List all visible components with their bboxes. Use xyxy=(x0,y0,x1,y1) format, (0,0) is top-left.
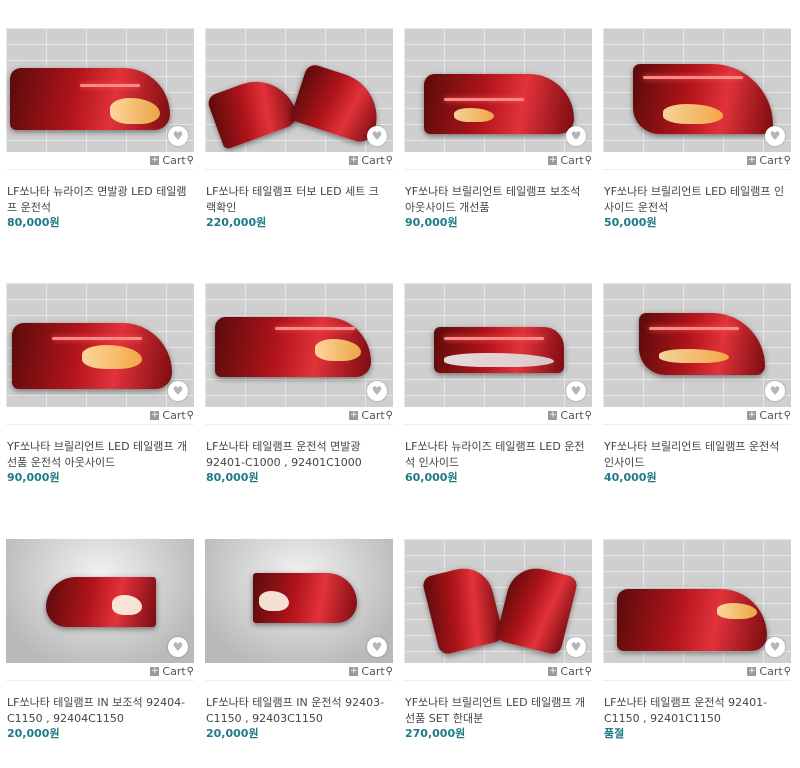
wishlist-heart-icon[interactable]: ♥ xyxy=(765,126,785,146)
product-price: 20,000원 xyxy=(7,727,60,740)
search-icon: ⚲ xyxy=(186,410,194,421)
product-image[interactable]: ♥ xyxy=(205,283,393,407)
add-to-cart-button[interactable]: + Cart ⚲ xyxy=(548,154,592,167)
plus-icon: + xyxy=(349,155,359,165)
product-title[interactable]: YF쏘나타 브릴리언트 테일램프 운전석 인사이드 xyxy=(603,439,791,471)
product-title[interactable]: LF쏘나타 테일램프 터보 LED 세트 크랙확인 xyxy=(205,184,393,216)
product-card[interactable]: ♥ + Cart ⚲ YF쏘나타 브릴리언트 테일램프 운전석 인사이드 40,00… xyxy=(603,283,791,485)
product-card[interactable]: ♥ + Cart ⚲ LF쏘나타 테일램프 터보 LED 세트 크랙확인 220,0… xyxy=(205,28,393,230)
add-to-cart-button[interactable]: + Cart ⚲ xyxy=(349,665,393,678)
plus-icon: + xyxy=(747,410,757,420)
product-price: 90,000원 xyxy=(7,471,60,484)
add-to-cart-button[interactable]: + Cart ⚲ xyxy=(747,154,791,167)
search-icon: ⚲ xyxy=(186,666,194,677)
add-to-cart-button[interactable]: + Cart ⚲ xyxy=(747,409,791,422)
plus-icon: + xyxy=(349,666,359,676)
wishlist-heart-icon[interactable]: ♥ xyxy=(765,381,785,401)
wishlist-heart-icon[interactable]: ♥ xyxy=(566,126,586,146)
search-icon: ⚲ xyxy=(783,410,791,421)
plus-icon: + xyxy=(747,666,757,676)
wishlist-heart-icon[interactable]: ♥ xyxy=(168,637,188,657)
add-to-cart-button[interactable]: + Cart ⚲ xyxy=(349,154,393,167)
search-icon: ⚲ xyxy=(783,155,791,166)
product-image[interactable]: ♥ xyxy=(6,539,194,663)
search-icon: ⚲ xyxy=(584,666,592,677)
product-image[interactable]: ♥ xyxy=(6,28,194,152)
product-title[interactable]: LF쏘나타 테일램프 운전석 92401-C1150 , 92401C1150 xyxy=(603,695,791,727)
product-title[interactable]: LF쏘나타 뉴라이즈 면발광 LED 테일램프 운전석 xyxy=(6,184,194,216)
product-card[interactable]: ♥ + Cart ⚲ LF쏘나타 테일램프 IN 보조석 92404-C1150 ,… xyxy=(6,539,194,741)
product-card[interactable]: ♥ + Cart ⚲ LF쏘나타 테일램프 운전석 면발광 92401-C1000 … xyxy=(205,283,393,485)
product-price: 20,000원 xyxy=(206,727,259,740)
product-image[interactable]: ♥ xyxy=(205,539,393,663)
product-card[interactable]: ♥ + Cart ⚲ YF쏘나타 브릴리언트 테일램프 보조석 아웃사이드 개선품 … xyxy=(404,28,592,230)
product-image[interactable]: ♥ xyxy=(404,283,592,407)
wishlist-heart-icon[interactable]: ♥ xyxy=(566,637,586,657)
search-icon: ⚲ xyxy=(783,666,791,677)
product-card[interactable]: ♥ + Cart ⚲ YF쏘나타 브릴리언트 LED 테일램프 개선품 SET 한대… xyxy=(404,539,592,741)
wishlist-heart-icon[interactable]: ♥ xyxy=(765,637,785,657)
product-title[interactable]: YF쏘나타 브릴리언트 LED 테일램프 인사이드 운전석 xyxy=(603,184,791,216)
search-icon: ⚲ xyxy=(584,410,592,421)
wishlist-heart-icon[interactable]: ♥ xyxy=(168,381,188,401)
product-title[interactable]: LF쏘나타 테일램프 IN 보조석 92404-C1150 , 92404C11… xyxy=(6,695,194,727)
product-price: 40,000원 xyxy=(604,471,657,484)
plus-icon: + xyxy=(349,410,359,420)
plus-icon: + xyxy=(747,155,757,165)
product-card[interactable]: ♥ + Cart ⚲ LF쏘나타 테일램프 IN 운전석 92403-C1150 ,… xyxy=(205,539,393,741)
product-title[interactable]: LF쏘나타 뉴라이즈 테일램프 LED 운전석 인사이드 xyxy=(404,439,592,471)
product-image[interactable]: ♥ xyxy=(404,539,592,663)
product-price: 60,000원 xyxy=(405,471,458,484)
add-to-cart-button[interactable]: + Cart ⚲ xyxy=(349,409,393,422)
search-icon: ⚲ xyxy=(584,155,592,166)
product-image[interactable]: ♥ xyxy=(603,539,791,663)
add-to-cart-button[interactable]: + Cart ⚲ xyxy=(548,665,592,678)
product-grid: ♥ + Cart ⚲ LF쏘나타 뉴라이즈 면발광 LED 테일램프 운전석 80,… xyxy=(0,0,800,768)
wishlist-heart-icon[interactable]: ♥ xyxy=(367,381,387,401)
wishlist-heart-icon[interactable]: ♥ xyxy=(168,126,188,146)
wishlist-heart-icon[interactable]: ♥ xyxy=(367,637,387,657)
add-to-cart-button[interactable]: + Cart ⚲ xyxy=(150,154,194,167)
plus-icon: + xyxy=(150,155,160,165)
product-price: 50,000원 xyxy=(604,216,657,229)
product-card[interactable]: ♥ + Cart ⚲ LF쏘나타 뉴라이즈 면발광 LED 테일램프 운전석 80,… xyxy=(6,28,194,230)
product-price: 270,000원 xyxy=(405,727,466,740)
product-image[interactable]: ♥ xyxy=(6,283,194,407)
product-card[interactable]: ♥ + Cart ⚲ LF쏘나타 뉴라이즈 테일램프 LED 운전석 인사이드 60… xyxy=(404,283,592,485)
product-title[interactable]: LF쏘나타 테일램프 운전석 면발광 92401-C1000 , 92401C1… xyxy=(205,439,393,471)
product-image[interactable]: ♥ xyxy=(603,283,791,407)
product-price: 품절 xyxy=(604,727,625,740)
plus-icon: + xyxy=(150,410,160,420)
plus-icon: + xyxy=(548,410,558,420)
add-to-cart-button[interactable]: + Cart ⚲ xyxy=(150,665,194,678)
product-card[interactable]: ♥ + Cart ⚲ LF쏘나타 테일램프 운전석 92401-C1150 , 92… xyxy=(603,539,791,741)
product-card[interactable]: ♥ + Cart ⚲ YF쏘나타 브릴리언트 LED 테일램프 인사이드 운전석 5… xyxy=(603,28,791,230)
product-title[interactable]: YF쏘나타 브릴리언트 테일램프 보조석 아웃사이드 개선품 xyxy=(404,184,592,216)
wishlist-heart-icon[interactable]: ♥ xyxy=(566,381,586,401)
add-to-cart-button[interactable]: + Cart ⚲ xyxy=(150,409,194,422)
plus-icon: + xyxy=(150,666,160,676)
product-image[interactable]: ♥ xyxy=(603,28,791,152)
product-price: 80,000원 xyxy=(7,216,60,229)
product-image[interactable]: ♥ xyxy=(205,28,393,152)
product-title[interactable]: LF쏘나타 테일램프 IN 운전석 92403-C1150 , 92403C11… xyxy=(205,695,393,727)
product-card[interactable]: ♥ + Cart ⚲ YF쏘나타 브릴리언트 LED 테일램프 개선품 운전석 아웃… xyxy=(6,283,194,485)
search-icon: ⚲ xyxy=(186,155,194,166)
product-price: 80,000원 xyxy=(206,471,259,484)
product-image[interactable]: ♥ xyxy=(404,28,592,152)
wishlist-heart-icon[interactable]: ♥ xyxy=(367,126,387,146)
product-title[interactable]: YF쏘나타 브릴리언트 LED 테일램프 개선품 SET 한대분 xyxy=(404,695,592,727)
product-price: 90,000원 xyxy=(405,216,458,229)
plus-icon: + xyxy=(548,666,558,676)
search-icon: ⚲ xyxy=(385,410,393,421)
add-to-cart-button[interactable]: + Cart ⚲ xyxy=(548,409,592,422)
product-title[interactable]: YF쏘나타 브릴리언트 LED 테일램프 개선품 운전석 아웃사이드 xyxy=(6,439,194,471)
product-price: 220,000원 xyxy=(206,216,267,229)
search-icon: ⚲ xyxy=(385,155,393,166)
plus-icon: + xyxy=(548,155,558,165)
search-icon: ⚲ xyxy=(385,666,393,677)
add-to-cart-button[interactable]: + Cart ⚲ xyxy=(747,665,791,678)
